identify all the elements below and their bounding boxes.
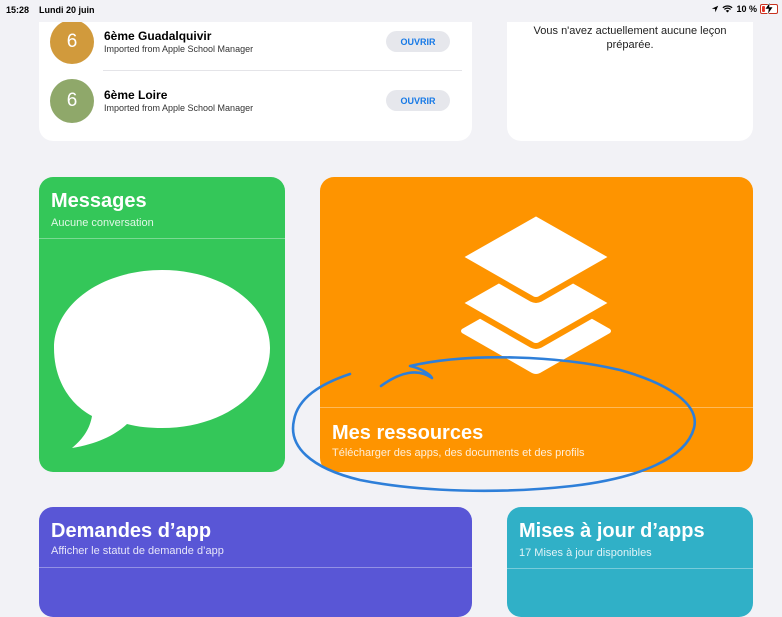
battery-charging-icon	[760, 2, 778, 15]
class-name: 6ème Guadalquivir	[104, 29, 212, 43]
wifi-icon	[722, 5, 734, 13]
tile-divider	[320, 407, 753, 408]
app-updates-tile[interactable]: Mises à jour d’apps 17 Mises à jour disp…	[507, 507, 753, 617]
battery-percent: 10 %	[736, 4, 757, 14]
row-divider	[103, 70, 462, 71]
messages-tile[interactable]: Messages Aucune conversation	[39, 177, 285, 472]
tile-title: Messages	[51, 190, 147, 212]
open-class-button[interactable]: OUVRIR	[386, 90, 450, 111]
status-time: 15:28	[6, 5, 30, 15]
tile-subtitle: 17 Mises à jour disponibles	[519, 547, 652, 559]
class-source: Imported from Apple School Manager	[104, 103, 254, 113]
tile-divider	[39, 567, 472, 568]
class-avatar: 6	[50, 79, 94, 123]
resources-tile[interactable]: Mes ressources Télécharger des apps, des…	[320, 177, 753, 472]
class-name: 6ème Loire	[104, 88, 168, 102]
tile-title: Mes ressources	[332, 422, 484, 444]
tile-subtitle: Télécharger des apps, des documents et d…	[332, 447, 585, 459]
lessons-empty-text: Vous n'avez actuellement aucune leçon pr…	[533, 25, 727, 51]
location-icon	[712, 5, 719, 13]
tile-subtitle: Afficher le statut de demande d’app	[51, 545, 224, 557]
class-row[interactable]: 6 6ème Loire Imported from Apple School …	[50, 79, 460, 123]
tile-divider	[507, 568, 753, 569]
class-source: Imported from Apple School Manager	[104, 44, 254, 54]
speech-bubble-icon	[54, 270, 270, 448]
status-date: Lundi 20 juin	[39, 5, 95, 15]
app-requests-tile[interactable]: Demandes d’app Afficher le statut de dem…	[39, 507, 472, 617]
tile-title: Mises à jour d’apps	[519, 520, 705, 542]
status-bar: 15:28 Lundi 20 juin 10 %	[0, 0, 782, 22]
tile-divider	[39, 238, 285, 239]
stacked-layers-icon	[460, 213, 612, 374]
status-indicators: 10 %	[711, 2, 778, 15]
class-avatar: 6	[50, 20, 94, 64]
class-row[interactable]: 6 6ème Guadalquivir Imported from Apple …	[50, 20, 460, 64]
tile-subtitle: Aucune conversation	[51, 217, 154, 229]
open-class-button[interactable]: OUVRIR	[386, 31, 450, 52]
tile-title: Demandes d’app	[51, 520, 212, 542]
